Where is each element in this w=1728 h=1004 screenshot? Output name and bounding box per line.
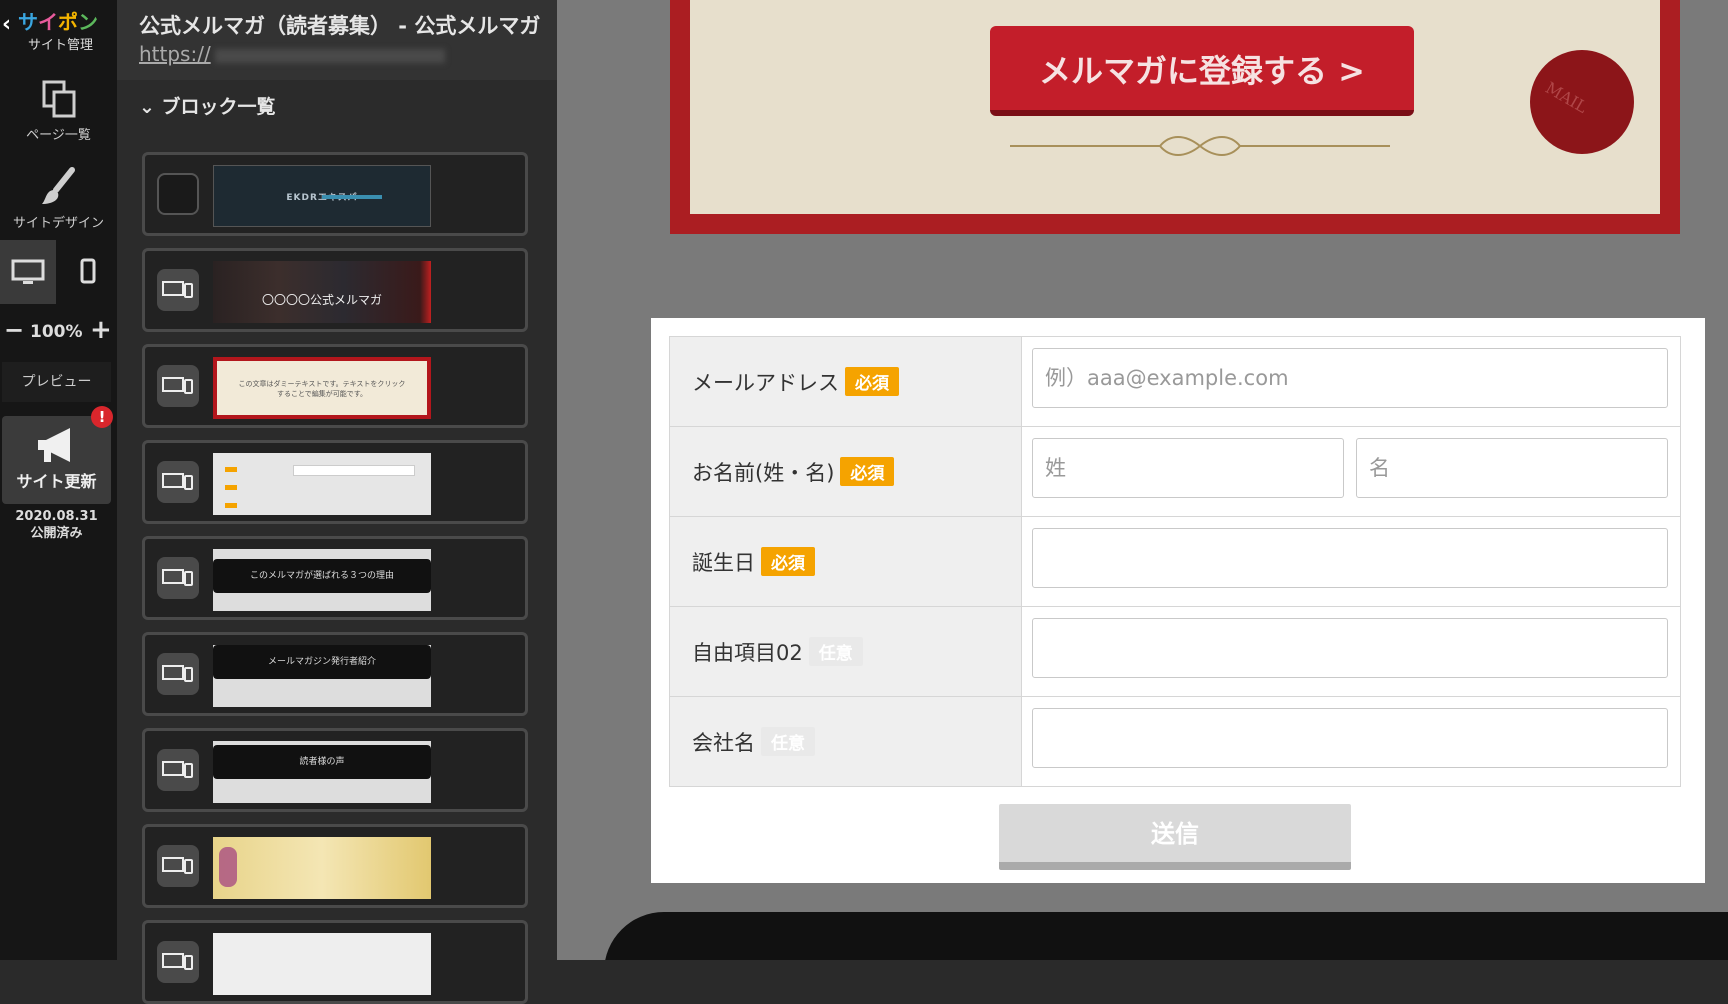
- page-url-link[interactable]: https://: [139, 42, 445, 66]
- back-chevron-icon: ‹: [2, 12, 12, 37]
- site-update-button[interactable]: ! サイト更新: [2, 406, 113, 504]
- certificate-paper: メルマガに登録する > MAIL: [690, 0, 1660, 214]
- publish-status: 公開済み: [30, 526, 83, 541]
- block-device-toggle[interactable]: [157, 365, 199, 407]
- required-tag: 必須: [845, 367, 899, 396]
- form-row-name: お名前(姓・名) 必須 姓 名: [670, 427, 1680, 517]
- required-tag: 必須: [761, 547, 815, 576]
- name-label: お名前(姓・名) 必須: [670, 427, 1022, 516]
- mobile-view-toggle[interactable]: [60, 240, 116, 304]
- block-item-2[interactable]: 〇〇〇〇公式メルマガ: [142, 248, 528, 332]
- email-field[interactable]: 例）aaa@example.com: [1032, 348, 1668, 408]
- optional-tag: 任意: [808, 637, 863, 666]
- block-item-4[interactable]: [142, 440, 528, 524]
- block-device-toggle[interactable]: [157, 941, 199, 983]
- desktop-view-toggle[interactable]: [0, 240, 56, 304]
- devices-icon: [162, 761, 193, 778]
- block-device-toggle[interactable]: [157, 173, 199, 215]
- pages-button[interactable]: ページ一覧: [0, 78, 117, 143]
- certificate-block: メルマガに登録する > MAIL: [670, 0, 1680, 234]
- block-thumbnail: このメルマガが選ばれる３つの理由: [213, 549, 431, 611]
- saipon-logo: サイポン: [18, 10, 98, 34]
- block-item-1[interactable]: EKDRエキスパ: [142, 152, 528, 236]
- devices-icon: [162, 281, 193, 298]
- submit-button[interactable]: 送信: [999, 804, 1351, 870]
- block-device-toggle[interactable]: [157, 653, 199, 695]
- brush-icon: [41, 167, 75, 204]
- devices-icon: [162, 953, 193, 970]
- block-item-9[interactable]: [142, 920, 528, 1004]
- devices-icon: [162, 857, 193, 874]
- zoom-value: 100%: [30, 322, 83, 342]
- pages-label: ページ一覧: [26, 128, 91, 143]
- optional-tag: 任意: [761, 727, 815, 756]
- block-item-7[interactable]: 読者様の声: [142, 728, 528, 812]
- publish-info: 2020.08.31 公開済み: [0, 508, 113, 542]
- birthday-field[interactable]: [1032, 528, 1668, 588]
- preview-button[interactable]: プレビュー: [2, 362, 111, 402]
- devices-icon: [162, 569, 193, 586]
- devices-icon: [162, 473, 193, 490]
- subscribe-button[interactable]: メルマガに登録する >: [990, 26, 1414, 116]
- block-device-toggle[interactable]: [157, 749, 199, 791]
- devices-icon: [162, 665, 193, 682]
- block-device-toggle[interactable]: [157, 557, 199, 599]
- block-device-toggle[interactable]: [157, 845, 199, 887]
- block-thumbnail: [213, 837, 431, 899]
- block-item-6[interactable]: メールマガジン発行者紹介: [142, 632, 528, 716]
- panel-header: 公式メルマガ（読者募集） - 公式メルマガ https://: [117, 0, 557, 80]
- wax-seal-icon: MAIL: [1530, 50, 1634, 154]
- form-row-email: メールアドレス 必須 例）aaa@example.com: [670, 337, 1680, 427]
- company-label: 会社名 任意: [670, 697, 1022, 786]
- page-title: 公式メルマガ（読者募集） - 公式メルマガ: [139, 14, 541, 38]
- site-update-label: サイト更新: [16, 472, 97, 491]
- free-item-field[interactable]: [1032, 618, 1668, 678]
- birthday-label: 誕生日 必須: [670, 517, 1022, 606]
- site-admin-label: サイト管理: [28, 38, 94, 53]
- desktop-icon: [11, 259, 45, 284]
- last-name-field[interactable]: 姓: [1032, 438, 1344, 498]
- chevron-down-icon: ⌄: [139, 96, 155, 118]
- block-thumbnail: EKDRエキスパ: [213, 165, 431, 227]
- megaphone-icon: [38, 428, 70, 462]
- company-field[interactable]: [1032, 708, 1668, 768]
- form-row-birthday: 誕生日 必須: [670, 517, 1680, 607]
- block-thumbnail: 〇〇〇〇公式メルマガ: [213, 261, 431, 323]
- block-thumbnail: [213, 453, 431, 515]
- form-row-free-item: 自由項目02 任意: [670, 607, 1680, 697]
- block-thumbnail: 読者様の声: [213, 741, 431, 803]
- zoom-in-button[interactable]: +: [90, 315, 112, 345]
- email-label: メールアドレス 必須: [670, 337, 1022, 426]
- zoom-out-button[interactable]: −: [4, 316, 24, 344]
- alert-badge: !: [91, 406, 113, 428]
- block-list-heading[interactable]: ⌄ ブロック一覧: [139, 92, 276, 119]
- block-thumbnail: [213, 933, 431, 995]
- left-rail: ‹ サイポン サイト管理 ページ一覧 サイトデザイン − 100% + プレビュ…: [0, 0, 117, 960]
- publish-date: 2020.08.31: [15, 509, 98, 524]
- block-device-toggle[interactable]: [157, 269, 199, 311]
- site-design-label: サイトデザイン: [12, 216, 104, 231]
- url-redacted: [214, 48, 445, 63]
- pages-icon: [42, 80, 75, 118]
- devices-icon: [162, 377, 193, 394]
- block-item-8[interactable]: [142, 824, 528, 908]
- block-thumbnail: メールマガジン発行者紹介: [213, 645, 431, 707]
- block-thumbnail: この文章はダミーテキストです。テキストをクリックすることで編集が可能です。: [213, 357, 431, 419]
- signup-form-modal: メールアドレス 必須 例）aaa@example.com お名前(姓・名) 必須 姓…: [651, 318, 1705, 883]
- required-tag: 必須: [840, 457, 895, 486]
- block-device-toggle[interactable]: [157, 461, 199, 503]
- first-name-field[interactable]: 名: [1356, 438, 1668, 498]
- zoom-control: − 100% +: [0, 315, 117, 346]
- signup-form: メールアドレス 必須 例）aaa@example.com お名前(姓・名) 必須 姓…: [669, 336, 1681, 787]
- free-item-label: 自由項目02 任意: [670, 607, 1022, 696]
- ornament-divider-icon: [1010, 136, 1390, 156]
- mobile-icon: [80, 258, 96, 284]
- footer-section: [604, 912, 1728, 960]
- block-item-3[interactable]: この文章はダミーテキストです。テキストをクリックすることで編集が可能です。: [142, 344, 528, 428]
- site-admin-home[interactable]: ‹ サイポン サイト管理: [0, 2, 117, 53]
- block-panel: 公式メルマガ（読者募集） - 公式メルマガ https:// ⌄ ブロック一覧 …: [117, 0, 557, 1004]
- form-row-company: 会社名 任意: [670, 697, 1680, 786]
- site-design-button[interactable]: サイトデザイン: [0, 166, 117, 231]
- block-item-5[interactable]: このメルマガが選ばれる３つの理由: [142, 536, 528, 620]
